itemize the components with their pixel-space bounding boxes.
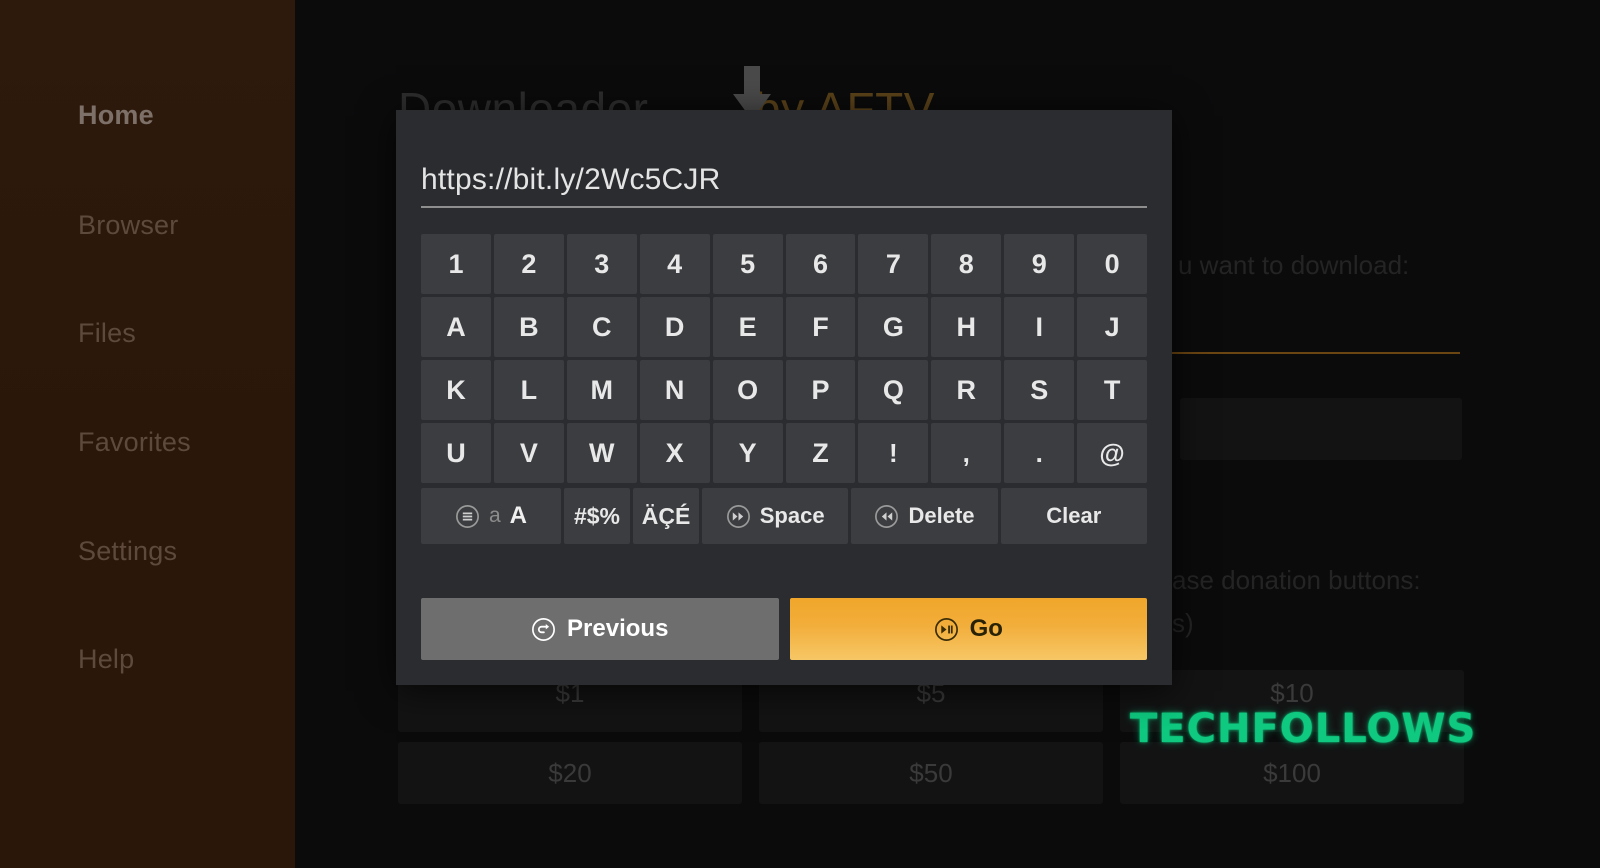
key-5[interactable]: 5 <box>712 234 783 294</box>
key-8[interactable]: 8 <box>931 234 1002 294</box>
sidebar-item-label: Browser <box>78 210 179 240</box>
key-comma[interactable]: , <box>931 423 1002 483</box>
key-9[interactable]: 9 <box>1004 234 1075 294</box>
key-r[interactable]: R <box>931 360 1002 420</box>
key-6[interactable]: 6 <box>785 234 856 294</box>
download-prompt-label: u want to download: <box>1178 250 1410 280</box>
space-key[interactable]: Space <box>702 488 849 544</box>
shift-uppercase-label: A <box>509 502 528 529</box>
key-q[interactable]: Q <box>858 360 929 420</box>
keyboard-row-kt: K L M N O P Q R S T <box>421 360 1148 420</box>
key-h[interactable]: H <box>931 297 1002 357</box>
url-input[interactable]: https://bit.ly/2Wc5CJR <box>421 158 1147 208</box>
background-card[interactable] <box>1180 398 1462 460</box>
key-w[interactable]: W <box>566 423 637 483</box>
sidebar-item-label: Help <box>78 644 135 674</box>
sidebar-item-label: Files <box>78 318 137 348</box>
key-1[interactable]: 1 <box>421 234 491 294</box>
space-key-label: Space <box>759 503 825 528</box>
shift-lowercase-label: a <box>488 504 501 527</box>
sidebar-item-label: Settings <box>78 536 178 566</box>
sidebar-item-label: Favorites <box>78 427 191 457</box>
key-m[interactable]: M <box>566 360 637 420</box>
key-y[interactable]: Y <box>712 423 783 483</box>
accents-key[interactable]: ÄÇÉ <box>633 488 699 544</box>
sidebar-item-home[interactable]: Home <box>78 100 278 131</box>
key-o[interactable]: O <box>712 360 783 420</box>
key-g[interactable]: G <box>858 297 929 357</box>
key-f[interactable]: F <box>785 297 856 357</box>
key-i[interactable]: I <box>1004 297 1075 357</box>
key-n[interactable]: N <box>639 360 710 420</box>
keyboard-row-uz-symbols: U V W X Y Z ! , . @ <box>421 423 1148 483</box>
url-entry-dialog: https://bit.ly/2Wc5CJR 1 2 3 4 5 6 7 8 9… <box>396 110 1172 685</box>
donation-amount-label: $100 <box>1263 758 1321 788</box>
sidebar-item-files[interactable]: Files <box>78 318 278 349</box>
donation-subtext-label: s) <box>1172 608 1194 638</box>
key-4[interactable]: 4 <box>639 234 710 294</box>
key-2[interactable]: 2 <box>493 234 564 294</box>
fast-forward-icon <box>726 504 751 529</box>
key-a[interactable]: A <box>421 297 491 357</box>
key-u[interactable]: U <box>421 423 491 483</box>
delete-key-label: Delete <box>908 503 975 528</box>
url-input-value: https://bit.ly/2Wc5CJR <box>421 163 721 196</box>
key-at[interactable]: @ <box>1077 423 1148 483</box>
key-d[interactable]: D <box>639 297 710 357</box>
previous-button[interactable]: Previous <box>421 598 779 660</box>
sidebar-item-settings[interactable]: Settings <box>78 536 278 567</box>
key-v[interactable]: V <box>493 423 564 483</box>
previous-button-label: Previous <box>567 615 669 642</box>
rewind-icon <box>874 504 899 529</box>
onscreen-keyboard: 1 2 3 4 5 6 7 8 9 0 A B C D E F G H I J … <box>421 234 1148 544</box>
back-arrow-circle-icon <box>531 617 556 642</box>
keyboard-row-numbers: 1 2 3 4 5 6 7 8 9 0 <box>421 234 1148 294</box>
sidebar-item-help[interactable]: Help <box>78 644 278 675</box>
clear-key[interactable]: Clear <box>1000 488 1147 544</box>
key-period[interactable]: . <box>1004 423 1075 483</box>
watermark: TECHFOLLOWS <box>1130 706 1477 752</box>
sidebar-item-label: Home <box>78 100 154 130</box>
key-b[interactable]: B <box>493 297 564 357</box>
key-t[interactable]: T <box>1077 360 1148 420</box>
sidebar-item-browser[interactable]: Browser <box>78 210 278 241</box>
dialog-action-row: Previous Go <box>421 598 1147 660</box>
key-x[interactable]: X <box>639 423 710 483</box>
key-3[interactable]: 3 <box>566 234 637 294</box>
key-0[interactable]: 0 <box>1077 234 1148 294</box>
key-s[interactable]: S <box>1004 360 1075 420</box>
go-button[interactable]: Go <box>789 598 1147 660</box>
key-c[interactable]: C <box>566 297 637 357</box>
donation-amount-label: $50 <box>909 758 953 788</box>
key-exclamation[interactable]: ! <box>858 423 929 483</box>
donation-amount-label: $20 <box>548 758 592 788</box>
key-p[interactable]: P <box>785 360 856 420</box>
sidebar: Home Browser Files Favorites Settings He… <box>0 0 295 868</box>
key-k[interactable]: K <box>421 360 491 420</box>
go-button-label: Go <box>969 615 1003 642</box>
key-e[interactable]: E <box>712 297 783 357</box>
screen: Home Browser Files Favorites Settings He… <box>0 0 1600 868</box>
key-7[interactable]: 7 <box>858 234 929 294</box>
keyboard-row-aj: A B C D E F G H I J <box>421 297 1148 357</box>
donation-prompt-label: ase donation buttons: <box>1172 565 1421 595</box>
keyboard-function-row: aA #$% ÄÇÉ Space Delete Clear <box>421 488 1147 544</box>
play-pause-icon <box>934 617 959 642</box>
key-z[interactable]: Z <box>785 423 856 483</box>
delete-key[interactable]: Delete <box>851 488 998 544</box>
key-j[interactable]: J <box>1077 297 1148 357</box>
shift-case-key[interactable]: aA <box>421 488 561 544</box>
key-l[interactable]: L <box>493 360 564 420</box>
symbols-key[interactable]: #$% <box>564 488 630 544</box>
sidebar-item-favorites[interactable]: Favorites <box>78 427 278 458</box>
menu-circle-icon <box>455 504 480 529</box>
